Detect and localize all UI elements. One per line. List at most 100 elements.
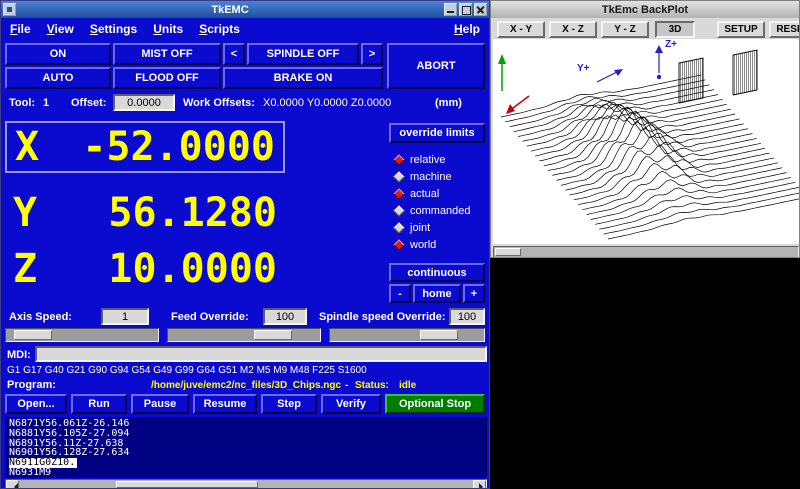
dro-axis-y[interactable]: Y 56.1280 bbox=[5, 187, 285, 239]
tool-label: Tool: bbox=[9, 97, 35, 109]
pause-button[interactable]: Pause bbox=[131, 394, 189, 414]
open-button[interactable]: Open... bbox=[5, 394, 67, 414]
gcode-line: N6931M9 bbox=[9, 468, 483, 478]
radio-indicator-icon bbox=[393, 222, 404, 233]
jog-continuous-button[interactable]: continuous bbox=[389, 263, 485, 282]
verify-button[interactable]: Verify bbox=[321, 394, 381, 414]
dro-z-letter: Z bbox=[13, 246, 37, 292]
gcode-line: N6901Y56.128Z-27.634 bbox=[9, 448, 483, 458]
flood-button[interactable]: FLOOD OFF bbox=[113, 67, 221, 89]
radio-actual[interactable]: actual bbox=[395, 187, 439, 201]
dro-x-value: -52.0000 bbox=[82, 124, 275, 170]
abort-button[interactable]: ABORT bbox=[387, 43, 485, 89]
backplot-hscrollbar[interactable] bbox=[493, 246, 799, 258]
spindle-button[interactable]: SPINDLE OFF bbox=[247, 43, 359, 65]
tkemc-window: TkEMC File View Settings Units Scripts H… bbox=[0, 0, 490, 489]
radio-label: actual bbox=[410, 188, 439, 200]
radio-indicator-icon bbox=[393, 205, 404, 216]
menu-settings[interactable]: Settings bbox=[90, 22, 137, 36]
tool-offset-entry[interactable] bbox=[113, 94, 175, 111]
scroll-right-icon[interactable] bbox=[473, 480, 486, 489]
spindle-slower-button[interactable]: < bbox=[223, 43, 245, 65]
axis-speed-entry[interactable] bbox=[101, 308, 149, 325]
radio-indicator-icon bbox=[393, 171, 404, 182]
feed-override-slider[interactable] bbox=[167, 328, 321, 342]
jog-minus-button[interactable]: - bbox=[389, 284, 411, 303]
spindle-override-slider-thumb[interactable] bbox=[420, 330, 458, 340]
gcode-listbox[interactable]: N6871Y56.061Z-26.146 N6881Y56.105Z-27.09… bbox=[5, 417, 487, 478]
menu-file[interactable]: File bbox=[10, 22, 31, 36]
radio-machine[interactable]: machine bbox=[395, 170, 452, 184]
jog-plus-button[interactable]: + bbox=[463, 284, 485, 303]
spindle-faster-button[interactable]: > bbox=[361, 43, 383, 65]
close-icon[interactable] bbox=[474, 3, 487, 16]
radio-world[interactable]: world bbox=[395, 238, 436, 252]
backplot-canvas: Z+ Y+ bbox=[493, 39, 799, 244]
scroll-left-icon[interactable] bbox=[6, 480, 19, 489]
dro-y-letter: Y bbox=[13, 190, 37, 236]
override-limits-button[interactable]: override limits bbox=[389, 123, 485, 143]
menu-view[interactable]: View bbox=[47, 22, 74, 36]
auto-mode-button[interactable]: AUTO bbox=[5, 67, 111, 89]
titlebar[interactable]: TkEMC bbox=[1, 1, 489, 18]
menu-units[interactable]: Units bbox=[153, 22, 183, 36]
z-axis-label: Z+ bbox=[665, 39, 677, 50]
setup-button[interactable]: SETUP bbox=[717, 21, 765, 38]
tab-xy[interactable]: X - Y bbox=[497, 21, 545, 38]
brake-button[interactable]: BRAKE ON bbox=[223, 67, 383, 89]
backplot-titlebar[interactable]: TkEmc BackPlot bbox=[491, 1, 799, 18]
dro-axis-z[interactable]: Z 10.0000 bbox=[5, 243, 285, 295]
dro-y-value: 56.1280 bbox=[108, 190, 277, 236]
axis-speed-label: Axis Speed: bbox=[9, 311, 72, 323]
tab-3d[interactable]: 3D bbox=[655, 21, 695, 38]
step-button[interactable]: Step bbox=[261, 394, 317, 414]
menu-help[interactable]: Help bbox=[454, 22, 480, 36]
tab-yz[interactable]: Y - Z bbox=[601, 21, 649, 38]
radio-indicator-icon bbox=[393, 154, 404, 165]
feed-override-slider-thumb[interactable] bbox=[254, 330, 292, 340]
gcode-hscrollbar[interactable] bbox=[5, 479, 487, 489]
menubar: File View Settings Units Scripts Help bbox=[1, 18, 489, 39]
run-button[interactable]: Run bbox=[71, 394, 127, 414]
work-offsets-label: Work Offsets: bbox=[183, 97, 255, 109]
mdi-label: MDI: bbox=[7, 349, 31, 361]
radio-label: machine bbox=[410, 171, 452, 183]
y-axis-label: Y+ bbox=[577, 63, 590, 74]
radio-relative[interactable]: relative bbox=[395, 153, 445, 167]
mist-button[interactable]: MIST OFF bbox=[113, 43, 221, 65]
offset-label: Offset: bbox=[71, 97, 106, 109]
maximize-icon[interactable] bbox=[459, 3, 472, 16]
dro-axis-x[interactable]: X -52.0000 bbox=[5, 121, 285, 173]
dro-z-value: 10.0000 bbox=[108, 246, 277, 292]
feed-override-entry[interactable] bbox=[263, 308, 307, 325]
units-label: (mm) bbox=[435, 97, 462, 109]
scrollbar-thumb[interactable] bbox=[116, 481, 258, 488]
resume-button[interactable]: Resume bbox=[193, 394, 257, 414]
machine-on-button[interactable]: ON bbox=[5, 43, 111, 65]
radio-indicator-icon bbox=[393, 188, 404, 199]
mdi-input[interactable] bbox=[35, 346, 487, 362]
radio-label: world bbox=[410, 239, 436, 251]
program-dash: - bbox=[345, 380, 348, 391]
backplot-scrollbar-thumb[interactable] bbox=[495, 248, 521, 256]
backplot-window: TkEmc BackPlot X - Y X - Z Y - Z 3D SETU… bbox=[490, 0, 800, 258]
spindle-override-slider[interactable] bbox=[329, 328, 485, 342]
window-menu-icon[interactable] bbox=[3, 3, 16, 16]
menu-scripts[interactable]: Scripts bbox=[199, 22, 240, 36]
feed-override-label: Feed Override: bbox=[171, 311, 249, 323]
spindle-override-label: Spindle speed Override: bbox=[319, 311, 446, 323]
home-button[interactable]: home bbox=[413, 284, 461, 303]
reset-button[interactable]: RESET bbox=[769, 21, 800, 38]
program-path: /home/juve/emc2/nc_files/3D_Chips.ngc bbox=[151, 380, 341, 391]
backplot-title: TkEmc BackPlot bbox=[602, 4, 688, 16]
jog-speed-slider-thumb[interactable] bbox=[14, 330, 52, 340]
radio-joint[interactable]: joint bbox=[395, 221, 430, 235]
spindle-override-entry[interactable] bbox=[449, 308, 485, 325]
program-label: Program: bbox=[7, 379, 56, 391]
radio-indicator-icon bbox=[393, 239, 404, 250]
jog-speed-slider[interactable] bbox=[5, 328, 159, 342]
minimize-icon[interactable] bbox=[444, 3, 457, 16]
tab-xz[interactable]: X - Z bbox=[549, 21, 597, 38]
radio-commanded[interactable]: commanded bbox=[395, 204, 471, 218]
optional-stop-button[interactable]: Optional Stop bbox=[385, 394, 485, 414]
